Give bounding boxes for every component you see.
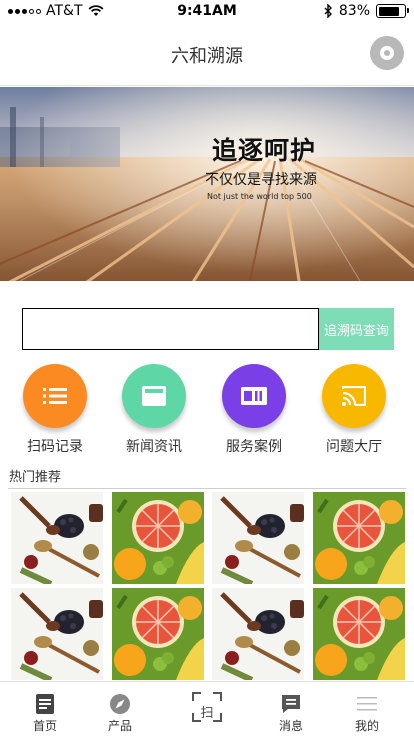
tab-label: 扫	[200, 706, 214, 721]
tab-label: 首页	[32, 719, 57, 733]
feature-circle	[122, 364, 186, 428]
spices-image	[212, 588, 304, 680]
tab-scan[interactable]: 扫	[167, 682, 247, 736]
feature-label: 服务案例	[226, 439, 282, 455]
home-doc-icon	[36, 694, 54, 714]
feature-label: 新闻资讯	[126, 439, 182, 455]
tab-bar: 首页 产品 扫 消息 我的	[0, 681, 414, 736]
trace-search: 追溯码查询	[22, 308, 394, 350]
battery-icon	[376, 4, 409, 18]
section-title: 热门推荐	[9, 470, 62, 485]
tab-label: 消息	[278, 719, 303, 733]
fruits-image	[112, 588, 204, 680]
record-circle-icon[interactable]	[370, 36, 404, 70]
product-card-spices[interactable]	[11, 492, 103, 584]
battery-level	[378, 6, 400, 16]
id-card-icon	[241, 387, 267, 405]
banner-english-line: Not just the world top 500	[207, 192, 312, 201]
product-card-fruits[interactable]	[112, 588, 204, 680]
product-card-fruits[interactable]	[313, 588, 405, 680]
spices-image	[212, 492, 304, 584]
section-divider	[8, 488, 406, 489]
trace-code-input[interactable]	[22, 308, 319, 350]
trace-query-button[interactable]: 追溯码查询	[319, 308, 394, 350]
page-title: 六和溯源	[171, 46, 243, 67]
fruits-image	[313, 492, 405, 584]
feature-news[interactable]: 新闻资讯	[104, 364, 204, 456]
feature-circle	[222, 364, 286, 428]
spices-image	[11, 492, 103, 584]
tab-home[interactable]: 首页	[5, 682, 85, 736]
product-card-spices[interactable]	[11, 588, 103, 680]
fruits-image	[112, 492, 204, 584]
fruits-image	[313, 588, 405, 680]
compass-icon	[110, 694, 130, 714]
feature-question-hall[interactable]: 问题大厅	[304, 364, 404, 456]
news-icon	[142, 386, 166, 406]
battery-percent: 83%	[338, 3, 370, 19]
status-right: 83%	[324, 3, 409, 19]
product-grid	[11, 492, 407, 682]
list-icon	[43, 388, 67, 404]
tab-messages[interactable]: 消息	[251, 682, 331, 736]
banner[interactable]: 追逐呵护 不仅仅是寻找来源 Not just the world top 500	[0, 87, 414, 281]
feature-circle	[322, 364, 386, 428]
product-card-spices[interactable]	[212, 492, 304, 584]
nav-bar: 六和溯源	[0, 22, 414, 86]
banner-headline: 追逐呵护	[212, 136, 317, 165]
feature-label: 扫码记录	[27, 439, 83, 455]
menu-lines-icon	[357, 697, 377, 711]
tab-products[interactable]: 产品	[80, 682, 160, 736]
tab-mine[interactable]: 我的	[327, 682, 407, 736]
feature-service-cases[interactable]: 服务案例	[204, 364, 304, 456]
tab-label: 我的	[354, 719, 379, 733]
status-bar: AT&T 9:41AM 83%	[0, 0, 414, 22]
spices-image	[11, 588, 103, 680]
bluetooth-icon	[324, 4, 332, 18]
tab-label: 产品	[107, 719, 132, 733]
product-card-fruits[interactable]	[313, 492, 405, 584]
feature-circle	[23, 364, 87, 428]
cast-icon	[342, 386, 366, 406]
message-icon	[282, 695, 300, 713]
feature-label: 问题大厅	[326, 439, 382, 455]
banner-subline: 不仅仅是寻找来源	[205, 172, 317, 188]
product-card-fruits[interactable]	[112, 492, 204, 584]
feature-scan-records[interactable]: 扫码记录	[5, 364, 105, 456]
product-card-spices[interactable]	[212, 588, 304, 680]
feature-grid: 扫码记录 新闻资讯 服务案例 问题大厅	[0, 364, 414, 456]
